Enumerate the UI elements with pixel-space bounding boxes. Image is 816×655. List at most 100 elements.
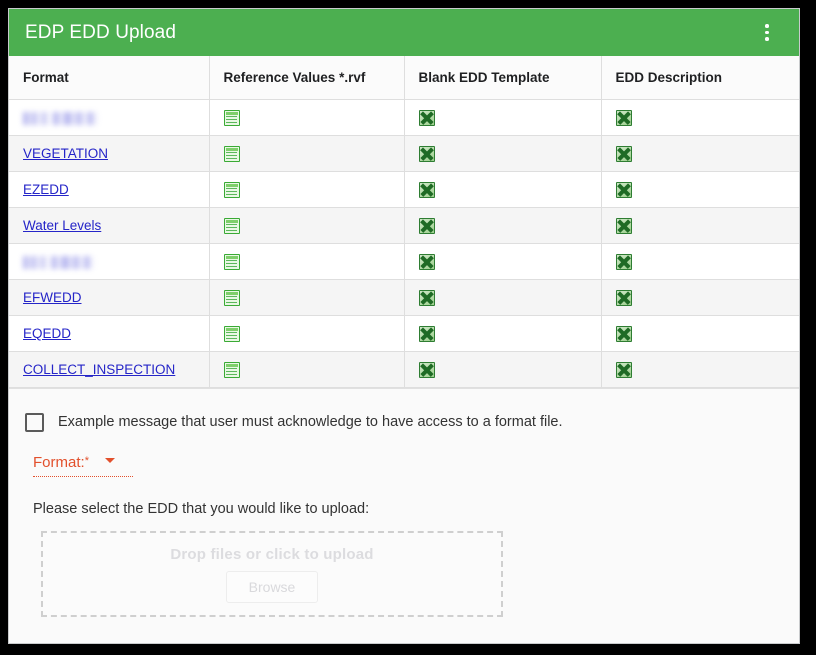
cell-blank-template <box>404 99 602 136</box>
card-header: EDP EDD Upload <box>9 9 799 56</box>
required-asterisk: * <box>84 455 89 467</box>
redacted-format-name[interactable] <box>23 256 93 270</box>
excel-icon[interactable] <box>615 361 632 378</box>
cell-format: Water Levels <box>9 207 210 244</box>
cell-blank-template <box>404 171 602 208</box>
cell-format: VEGETATION <box>9 135 210 172</box>
cell-format: EQEDD <box>9 315 210 352</box>
excel-icon[interactable] <box>418 253 435 270</box>
browse-button[interactable]: Browse <box>225 570 319 603</box>
cell-edd-description <box>601 315 799 352</box>
spreadsheet-icon[interactable] <box>223 181 240 198</box>
upload-prompt: Please select the EDD that you would lik… <box>33 501 370 517</box>
kebab-dot <box>765 37 769 41</box>
spreadsheet-icon[interactable] <box>223 289 240 306</box>
formats-table-container: Format Reference Values *.rvf Blank EDD … <box>9 56 799 389</box>
table-row: Water Levels <box>9 207 799 244</box>
cell-format: EZEDD <box>9 171 210 208</box>
edd-upload-card: EDP EDD Upload Format Reference Values *… <box>8 8 800 644</box>
file-dropzone[interactable]: Drop files or click to upload Browse <box>41 531 503 617</box>
cell-blank-template <box>404 135 602 172</box>
cell-reference-values <box>209 99 405 136</box>
cell-edd-description <box>601 207 799 244</box>
format-link[interactable]: COLLECT_INSPECTION <box>23 362 175 377</box>
cell-blank-template <box>404 279 602 316</box>
spreadsheet-icon[interactable] <box>223 145 240 162</box>
chevron-down-icon <box>104 458 115 463</box>
format-link[interactable]: VEGETATION <box>23 146 108 161</box>
cell-reference-values <box>209 171 405 208</box>
format-link[interactable]: EFWEDD <box>23 290 82 305</box>
cell-reference-values <box>209 207 405 244</box>
excel-icon[interactable] <box>615 145 632 162</box>
table-row: COLLECT_INSPECTION <box>9 351 799 388</box>
cell-blank-template <box>404 351 602 388</box>
cell-reference-values <box>209 315 405 352</box>
column-header-blank-template: Blank EDD Template <box>404 56 602 100</box>
column-header-format: Format <box>9 56 210 100</box>
kebab-dot <box>765 30 769 35</box>
spreadsheet-icon[interactable] <box>223 217 240 234</box>
upload-form: Example message that user must acknowled… <box>9 389 799 643</box>
acknowledge-row: Example message that user must acknowled… <box>25 413 783 432</box>
table-row: EZEDD <box>9 171 799 208</box>
table-header: Format Reference Values *.rvf Blank EDD … <box>9 56 799 100</box>
format-select[interactable]: Format: * <box>33 454 133 477</box>
excel-icon[interactable] <box>418 109 435 126</box>
cell-reference-values <box>209 351 405 388</box>
excel-icon[interactable] <box>418 361 435 378</box>
excel-icon[interactable] <box>615 253 632 270</box>
table-row: EFWEDD <box>9 279 799 316</box>
acknowledge-label: Example message that user must acknowled… <box>58 414 563 431</box>
acknowledge-checkbox[interactable] <box>25 413 44 432</box>
cell-edd-description <box>601 279 799 316</box>
dropzone-label: Drop files or click to upload <box>170 545 374 563</box>
cell-blank-template <box>404 315 602 352</box>
format-link[interactable]: EQEDD <box>23 326 71 341</box>
format-link[interactable]: Water Levels <box>23 218 101 233</box>
formats-table: Format Reference Values *.rvf Blank EDD … <box>9 56 799 388</box>
screenshot-frame: EDP EDD Upload Format Reference Values *… <box>0 0 816 655</box>
excel-icon[interactable] <box>615 109 632 126</box>
table-row: EQEDD <box>9 315 799 352</box>
format-link[interactable]: EZEDD <box>23 182 69 197</box>
kebab-menu-icon[interactable] <box>757 23 777 43</box>
page-title: EDP EDD Upload <box>25 22 177 43</box>
excel-icon[interactable] <box>615 289 632 306</box>
cell-edd-description <box>601 351 799 388</box>
kebab-dot <box>765 24 769 28</box>
excel-icon[interactable] <box>418 181 435 198</box>
excel-icon[interactable] <box>615 181 632 198</box>
excel-icon[interactable] <box>418 289 435 306</box>
cell-edd-description <box>601 99 799 136</box>
cell-reference-values <box>209 279 405 316</box>
excel-icon[interactable] <box>615 217 632 234</box>
column-header-description: EDD Description <box>601 56 799 100</box>
table-row <box>9 99 799 136</box>
cell-edd-description <box>601 171 799 208</box>
spreadsheet-icon[interactable] <box>223 109 240 126</box>
format-select-label: Format: <box>33 454 85 471</box>
cell-blank-template <box>404 243 602 280</box>
excel-icon[interactable] <box>615 325 632 342</box>
excel-icon[interactable] <box>418 325 435 342</box>
cell-blank-template <box>404 207 602 244</box>
cell-format <box>9 243 210 280</box>
cell-format: EFWEDD <box>9 279 210 316</box>
table-row: VEGETATION <box>9 135 799 172</box>
cell-reference-values <box>209 135 405 172</box>
cell-format <box>9 99 210 136</box>
excel-icon[interactable] <box>418 217 435 234</box>
excel-icon[interactable] <box>418 145 435 162</box>
table-header-row: Format Reference Values *.rvf Blank EDD … <box>9 56 799 100</box>
redacted-format-name[interactable] <box>23 112 97 126</box>
cell-reference-values <box>209 243 405 280</box>
table-body: VEGETATION EZEDD Water Levels EFWEDD EQEDD CO… <box>9 99 799 388</box>
column-header-reference-values: Reference Values *.rvf <box>209 56 405 100</box>
cell-edd-description <box>601 243 799 280</box>
spreadsheet-icon[interactable] <box>223 253 240 270</box>
table-row <box>9 243 799 280</box>
cell-format: COLLECT_INSPECTION <box>9 351 210 388</box>
spreadsheet-icon[interactable] <box>223 325 240 342</box>
spreadsheet-icon[interactable] <box>223 361 240 378</box>
